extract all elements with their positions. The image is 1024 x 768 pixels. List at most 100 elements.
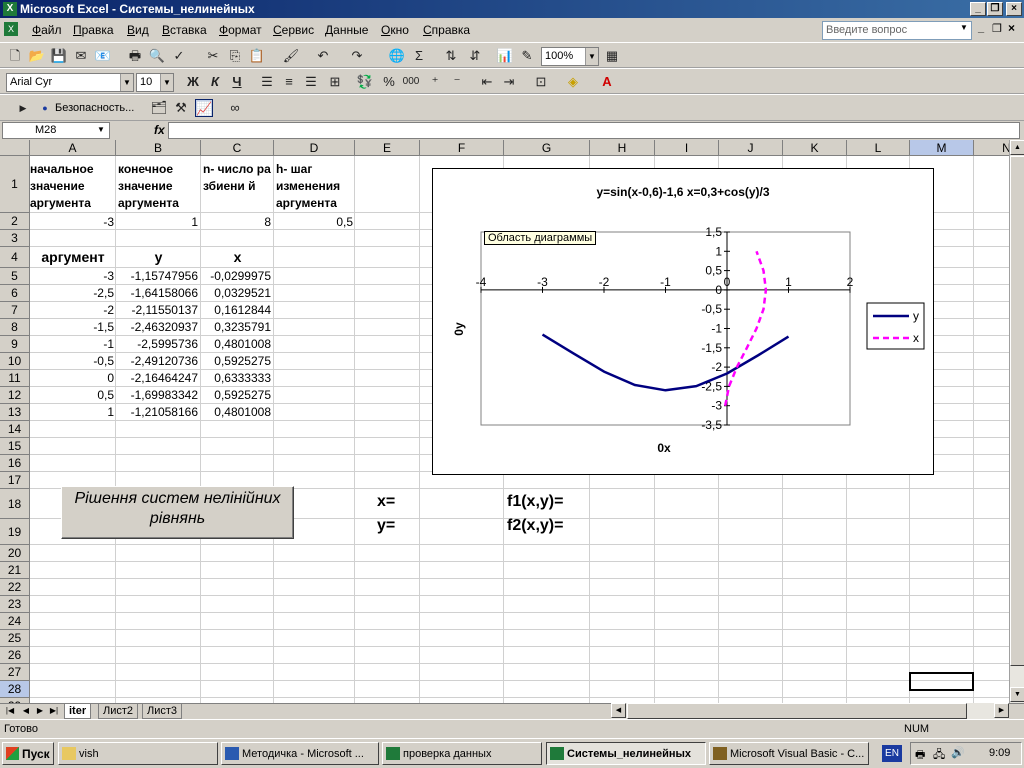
row-header-3[interactable]: 3 (0, 230, 30, 247)
row-header-27[interactable]: 27 (0, 664, 30, 681)
next-sheet-icon[interactable]: ▶ (34, 706, 46, 715)
doc-restore-button[interactable]: ❐ (992, 22, 1002, 35)
task-vish[interactable]: vish (58, 742, 218, 765)
copy-icon[interactable]: ⎘ (226, 47, 244, 65)
menu-view[interactable]: Вид (127, 23, 149, 37)
bold-button[interactable]: Ж (184, 73, 202, 91)
italic-button[interactable]: К (206, 73, 224, 91)
paste-icon[interactable]: 📋 (248, 47, 266, 65)
cell-x-value[interactable]: 0,0329521 (201, 285, 271, 302)
hyperlink-icon[interactable]: 🌐 (388, 47, 406, 65)
row-header-17[interactable]: 17 (0, 472, 30, 489)
row-header-13[interactable]: 13 (0, 404, 30, 421)
column-header-i[interactable]: I (655, 140, 719, 156)
row-header-9[interactable]: 9 (0, 336, 30, 353)
cell-y-value[interactable]: -1,64158066 (116, 285, 198, 302)
visual-basic-icon[interactable]: 📈 (195, 99, 213, 117)
cell-a4[interactable]: аргумент (30, 249, 116, 266)
column-header-d[interactable]: D (274, 140, 355, 156)
row-header-4[interactable]: 4 (0, 247, 30, 268)
row-header-24[interactable]: 24 (0, 613, 30, 630)
row-header-19[interactable]: 19 (0, 519, 30, 545)
start-button[interactable]: Пуск (2, 742, 54, 765)
new-icon[interactable]: 🗋 (6, 47, 24, 65)
scroll-right-icon[interactable]: ▶ (994, 703, 1009, 718)
drawing-icon[interactable]: ✎ (518, 47, 536, 65)
column-header-h[interactable]: H (590, 140, 655, 156)
first-sheet-icon[interactable]: |◀ (4, 706, 16, 715)
row-header-1[interactable]: 1 (0, 156, 30, 213)
toolbar-options-icon[interactable]: ▦ (603, 47, 621, 65)
cell-y-value[interactable]: -2,49120736 (116, 353, 198, 370)
cell-argument[interactable]: 0 (30, 370, 114, 387)
email-icon[interactable]: 📧 (94, 47, 112, 65)
cell-x-value[interactable]: -0,0299975 (201, 268, 271, 285)
cell-argument[interactable]: -1,5 (30, 319, 114, 336)
cell-argument[interactable]: -3 (30, 268, 114, 285)
cell-x-value[interactable]: 0,3235791 (201, 319, 271, 336)
column-header-b[interactable]: B (116, 140, 201, 156)
insert-function-icon[interactable]: fx (154, 123, 165, 137)
cell-y-value[interactable]: -2,5995736 (116, 336, 198, 353)
row-header-10[interactable]: 10 (0, 353, 30, 370)
vertical-scroll-thumb[interactable] (1010, 156, 1024, 666)
merge-center-icon[interactable]: ⊞ (326, 73, 344, 91)
doc-minimize-button[interactable]: _ (978, 22, 984, 34)
menu-data[interactable]: Данные (325, 23, 368, 37)
decrease-indent-icon[interactable]: ⇤ (478, 73, 496, 91)
cell-a1[interactable]: начальное значение аргумента (30, 161, 116, 212)
solve-systems-button[interactable]: Рішення систем нелінійних рівнянь (61, 486, 294, 539)
formula-input[interactable] (168, 122, 1020, 139)
select-all-corner[interactable] (0, 140, 30, 156)
excel-icon[interactable]: X (3, 2, 17, 16)
row-header-7[interactable]: 7 (0, 302, 30, 319)
row-header-28[interactable]: 28 (0, 681, 30, 698)
column-header-n[interactable]: N (974, 140, 1009, 156)
cell-y-value[interactable]: -1,69983342 (116, 387, 198, 404)
format-painter-icon[interactable]: 🖌 (282, 47, 300, 65)
row-header-5[interactable]: 5 (0, 268, 30, 285)
row-header-25[interactable]: 25 (0, 630, 30, 647)
chart-area[interactable]: y=sin(x-0,6)-1,6 x=0,3+cos(y)/3 -4 -3 -2 -1… (432, 168, 934, 475)
cell-y-value[interactable]: -2,16464247 (116, 370, 198, 387)
ask-dropdown-icon[interactable]: ▼ (960, 23, 968, 32)
selected-cell-m28[interactable] (909, 672, 974, 691)
close-button[interactable]: × (1006, 2, 1022, 16)
menu-file[interactable]: Файл (32, 23, 62, 37)
workbook-icon[interactable]: X (4, 22, 18, 36)
ask-question-input[interactable]: Введите вопрос (822, 21, 972, 40)
cell-argument[interactable]: -1 (30, 336, 114, 353)
scroll-up-icon[interactable]: ▲ (1010, 140, 1024, 155)
task-word[interactable]: Методичка - Microsoft ... (221, 742, 379, 765)
menu-format[interactable]: Формат (219, 23, 262, 37)
currency-icon[interactable]: 💱 (356, 73, 374, 91)
task-vba[interactable]: Microsoft Visual Basic - С... (709, 742, 869, 765)
restore-button[interactable]: ❐ (987, 2, 1003, 16)
print-icon[interactable]: 🖶 (126, 47, 144, 65)
cell-x-value[interactable]: 0,5925275 (201, 353, 271, 370)
increase-indent-icon[interactable]: ⇥ (500, 73, 518, 91)
network-tray-icon[interactable]: 🖧 (933, 746, 945, 765)
sort-descending-icon[interactable]: ⇵ (466, 47, 484, 65)
decrease-decimal-icon[interactable]: ⁻ (448, 73, 466, 91)
horizontal-scroll-thumb[interactable] (627, 703, 967, 719)
vertical-scrollbar[interactable]: ▲ ▼ (1009, 140, 1024, 703)
cell-a2[interactable]: -3 (30, 214, 114, 231)
spelling-icon[interactable]: ✓ (170, 47, 188, 65)
toolbar-expand-icon[interactable]: ▶ (14, 99, 32, 117)
control-toolbox-icon[interactable]: 🗂 (150, 99, 168, 117)
menu-help[interactable]: Справка (423, 23, 470, 37)
cell-argument[interactable]: -2 (30, 302, 114, 319)
design-mode-icon[interactable]: ⚒ (172, 99, 190, 117)
plot-area[interactable] (480, 231, 851, 426)
sheet-tab-list2[interactable]: Лист2 (98, 704, 139, 719)
volume-tray-icon[interactable]: 🔊 (951, 746, 965, 759)
name-box-dropdown-icon[interactable]: ▼ (97, 125, 105, 134)
cut-icon[interactable]: ✂ (204, 47, 222, 65)
minimize-button[interactable]: _ (970, 2, 986, 16)
cell-y-value[interactable]: -1,21058166 (116, 404, 198, 421)
cell-y-value[interactable]: -1,15747956 (116, 268, 198, 285)
cell-d1[interactable]: h- шаг изменения аргумента (276, 161, 356, 212)
menu-insert[interactable]: Вставка (162, 23, 207, 37)
open-icon[interactable]: 📂 (28, 47, 46, 65)
